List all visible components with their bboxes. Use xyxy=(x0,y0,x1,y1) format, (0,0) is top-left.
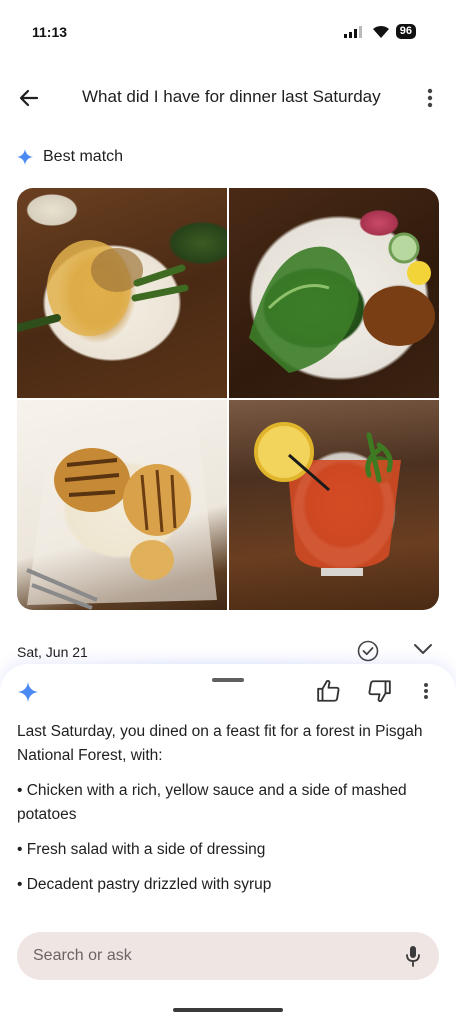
thumbs-down-icon[interactable] xyxy=(366,678,392,704)
cocktail-photo-art xyxy=(254,422,401,576)
home-indicator[interactable] xyxy=(173,1008,283,1012)
thumbs-up-icon[interactable] xyxy=(316,678,342,704)
status-icons: 96 xyxy=(343,24,416,39)
signal-icon xyxy=(343,25,362,38)
status-time: 11:13 xyxy=(32,24,68,40)
back-button[interactable] xyxy=(14,84,44,112)
more-vert-icon xyxy=(424,683,428,699)
page-title: What did I have for dinner last Saturday xyxy=(82,87,381,106)
voice-search-button[interactable] xyxy=(401,944,425,968)
back-arrow-icon xyxy=(19,89,39,107)
salad-photo-art xyxy=(249,232,435,373)
best-match-label: Best match xyxy=(43,148,124,165)
salad-photo[interactable] xyxy=(229,188,439,398)
battery-indicator: 96 xyxy=(395,24,416,39)
answer-list-item: • Chicken with a rich, yellow sauce and … xyxy=(17,782,407,823)
cocktail-photo[interactable] xyxy=(229,400,439,610)
pastry-photo-art xyxy=(26,415,217,610)
search-bar xyxy=(17,932,439,980)
chicken-photo[interactable] xyxy=(17,188,227,398)
pastry-photo[interactable] xyxy=(17,400,227,610)
chevron-down-icon[interactable] xyxy=(413,642,433,656)
answer-list-item: • Fresh salad with a side of dressing xyxy=(17,841,266,858)
sheet-more-button[interactable] xyxy=(416,678,436,704)
wifi-icon xyxy=(372,25,389,38)
search-input[interactable] xyxy=(33,932,373,980)
answer-intro: Last Saturday, you dined on a feast fit … xyxy=(17,723,423,764)
sparkle-icon xyxy=(17,149,33,165)
answer-list-item: • Decadent pastry drizzled with syrup xyxy=(17,876,272,893)
chicken-photo-art xyxy=(17,240,189,336)
answer-text: Last Saturday, you dined on a feast fit … xyxy=(17,720,445,908)
drag-handle[interactable] xyxy=(212,678,244,682)
status-bar: 11:13 96 xyxy=(0,0,456,64)
best-match-header: Best match xyxy=(17,148,123,166)
top-app-bar: What did I have for dinner last Saturday xyxy=(0,72,456,124)
more-vert-icon xyxy=(427,88,433,108)
mic-icon xyxy=(406,946,420,967)
more-options-button[interactable] xyxy=(418,84,442,112)
gemini-sparkle-icon xyxy=(18,682,38,702)
photo-grid xyxy=(17,188,439,610)
